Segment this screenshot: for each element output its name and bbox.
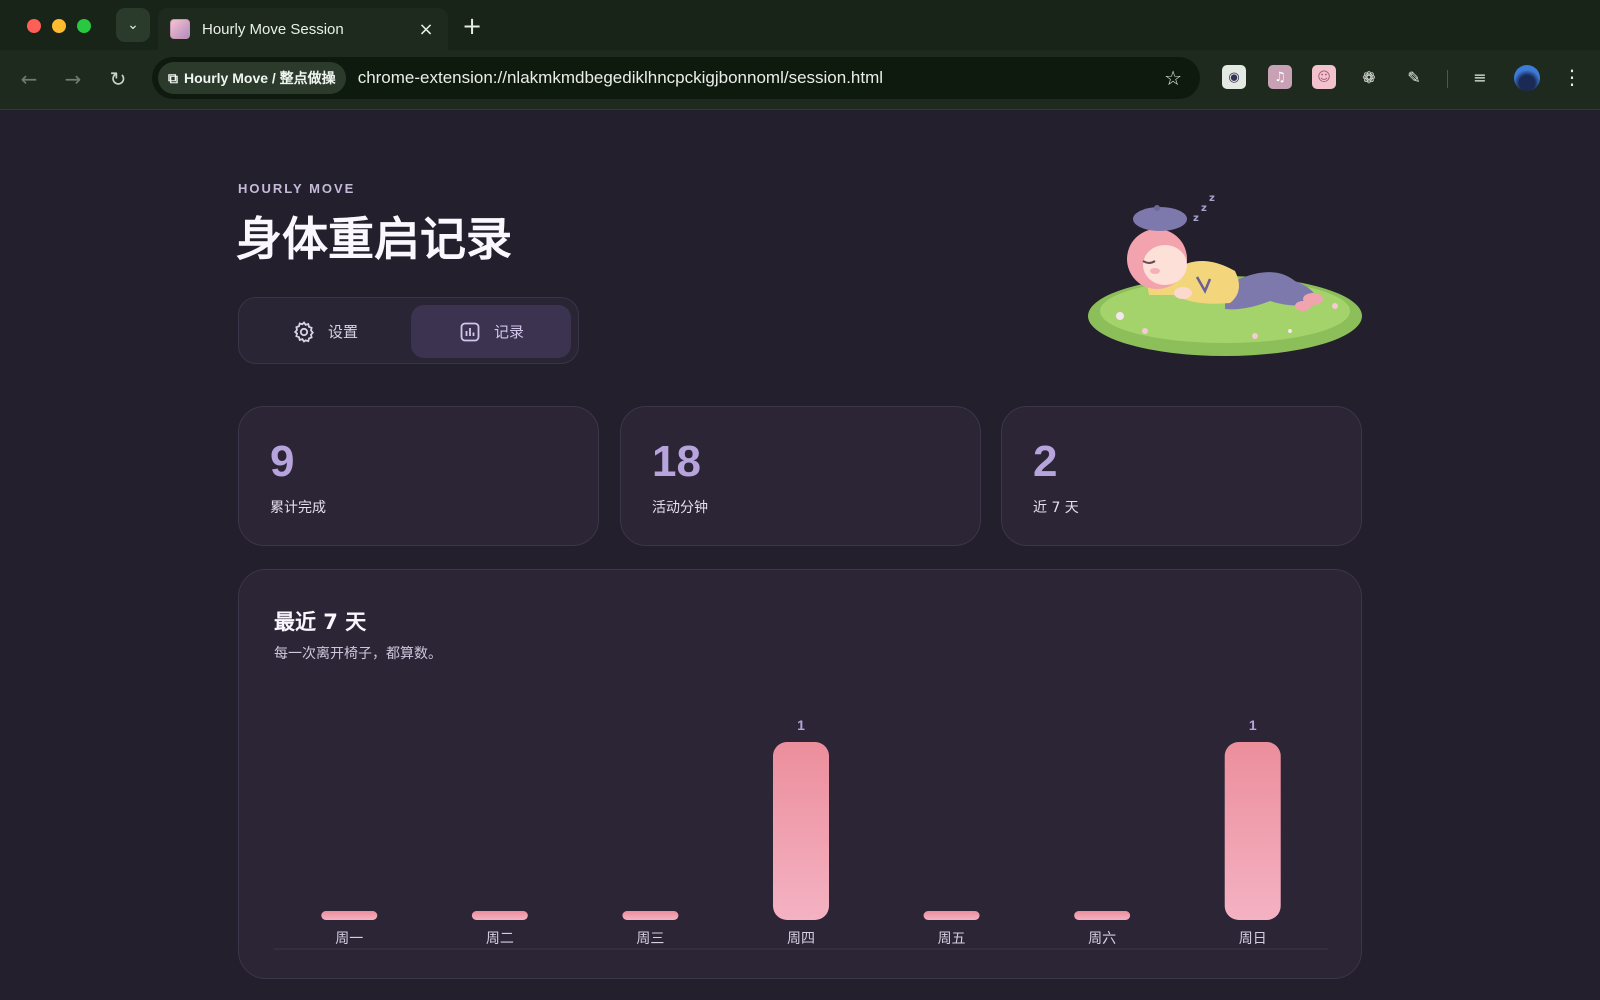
- minimize-window-button[interactable]: [52, 19, 66, 33]
- close-tab-icon[interactable]: ×: [416, 19, 436, 40]
- url-text[interactable]: chrome-extension://nlakmkmdbegediklhncpc…: [358, 68, 1164, 88]
- chart-tick-label: 周六: [1088, 931, 1116, 947]
- extension-1-icon[interactable]: ◉: [1222, 65, 1246, 89]
- site-chip-label: Hourly Move / 整点做操: [184, 70, 336, 86]
- chart-bar: [471, 911, 528, 920]
- tab-records-label: 记录: [493, 323, 524, 341]
- stat-card-minutes: 18 活动分钟: [620, 406, 981, 546]
- stat-label: 近 7 天: [1033, 500, 1079, 516]
- chart-tick-label: 周日: [1239, 931, 1267, 947]
- address-bar[interactable]: ⧉ Hourly Move / 整点做操 chrome-extension://…: [152, 57, 1200, 99]
- chart-tick-label: 周三: [636, 931, 664, 947]
- chart-bar: [1224, 742, 1281, 920]
- favicon-icon: [170, 19, 190, 39]
- tab-search-button[interactable]: ⌄: [116, 8, 150, 42]
- forward-icon: →: [64, 67, 82, 91]
- gear-icon: [293, 320, 314, 343]
- tab-title: Hourly Move Session: [202, 20, 344, 38]
- stat-value: 18: [652, 437, 701, 486]
- extension-hourly-move-icon[interactable]: ☺: [1312, 65, 1336, 89]
- tab-strip: ⌄ Hourly Move Session × +: [0, 0, 1600, 50]
- extension-ai-icon[interactable]: ❁: [1357, 65, 1381, 89]
- stat-card-recent-days: 2 近 7 天: [1001, 406, 1362, 546]
- back-button[interactable]: ←: [14, 64, 44, 94]
- browser-chrome: ⌄ Hourly Move Session × + ← → ↻ ⧉ Hourly…: [0, 0, 1600, 110]
- bookmark-star-icon[interactable]: ☆: [1164, 66, 1182, 90]
- chart-icon: [460, 322, 480, 341]
- chart-data-label: 1: [1249, 717, 1257, 733]
- chart-tick-label: 周一: [335, 931, 363, 947]
- chart-bar: [1074, 911, 1131, 920]
- extensions-puzzle-icon[interactable]: ✎: [1402, 65, 1426, 89]
- chart-bar: [622, 911, 679, 920]
- chart-bar: [773, 742, 829, 920]
- close-window-button[interactable]: [27, 19, 41, 33]
- stat-value: 9: [270, 437, 295, 486]
- forward-button[interactable]: →: [58, 64, 88, 94]
- stat-value: 2: [1033, 437, 1058, 486]
- chart-tick-label: 周二: [486, 931, 514, 947]
- tab-settings-label: 设置: [327, 323, 358, 341]
- tab-records[interactable]: 记录: [411, 305, 571, 358]
- chart-bar: [923, 911, 980, 920]
- svg-text:z: z: [1201, 203, 1207, 214]
- extension-music-icon[interactable]: ♫: [1268, 65, 1292, 89]
- chart-tick-label: 周四: [787, 931, 815, 947]
- site-info-chip[interactable]: ⧉ Hourly Move / 整点做操: [158, 62, 346, 94]
- extension-page-icon: ⧉: [168, 69, 178, 86]
- page-title: 身体重启记录: [236, 212, 512, 266]
- reload-icon: ↻: [109, 67, 127, 91]
- chart-bar: [321, 911, 378, 920]
- weekly-bar-chart: 周一 周二 周三 1 周四 周五 周六 1 周日: [274, 717, 1328, 950]
- reload-button[interactable]: ↻: [103, 64, 133, 94]
- media-control-icon[interactable]: ≡: [1468, 65, 1492, 89]
- stat-label: 累计完成: [270, 500, 326, 516]
- chart-tick-label: 周五: [938, 931, 966, 947]
- menu-icon[interactable]: ⋮: [1562, 65, 1582, 89]
- toolbar-divider: [1447, 70, 1448, 88]
- back-icon: ←: [20, 67, 38, 91]
- profile-avatar[interactable]: [1514, 65, 1540, 91]
- stat-card-total: 9 累计完成: [238, 406, 599, 546]
- maximize-window-button[interactable]: [77, 19, 91, 33]
- weekly-chart-card: 最近 7 天 每一次离开椅子，都算数。 周一 周二 周三 1 周四 周五 周六 1 周日: [238, 569, 1362, 979]
- svg-text:z: z: [1193, 213, 1199, 224]
- toolbar: ← → ↻ ⧉ Hourly Move / 整点做操 chrome-extens…: [0, 50, 1600, 110]
- view-switcher: 设置 记录: [238, 297, 579, 364]
- page-eyebrow: HOURLY MOVE: [238, 181, 356, 196]
- chart-data-label: 1: [797, 717, 805, 733]
- tab-settings[interactable]: 设置: [245, 305, 405, 358]
- new-tab-button[interactable]: +: [462, 12, 482, 40]
- page-content: HOURLY MOVE 身体重启记录 设置 记录 z z z 9 累计完成 18…: [0, 111, 1600, 1000]
- chevron-down-icon: ⌄: [127, 17, 139, 33]
- browser-tab[interactable]: Hourly Move Session ×: [158, 8, 448, 50]
- sleeping-girl-illustration: z z z: [1088, 193, 1362, 356]
- stat-label: 活动分钟: [652, 500, 708, 516]
- svg-text:z: z: [1209, 193, 1215, 204]
